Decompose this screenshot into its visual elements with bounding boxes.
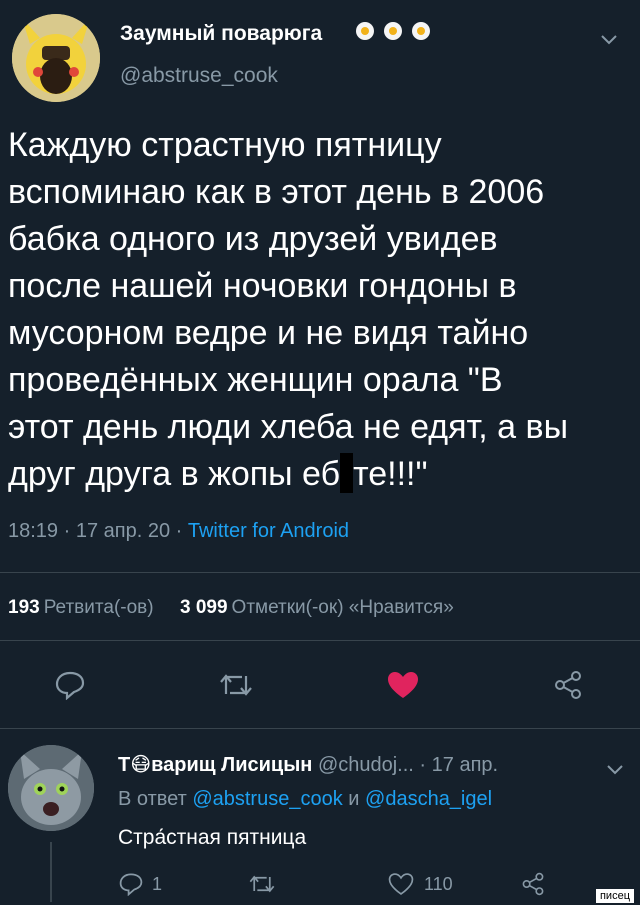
mention-link[interactable]: @dascha_igel xyxy=(365,788,492,810)
censor-bar xyxy=(340,453,354,493)
share-icon[interactable] xyxy=(520,872,546,901)
divider xyxy=(0,640,640,641)
reply-text: Стра́стная пятница xyxy=(118,826,307,849)
tweet-text: Каждую страстную пятницу вспоминаю как в… xyxy=(8,122,628,498)
reply-icon[interactable] xyxy=(54,670,86,705)
fried-egg-icon xyxy=(356,22,374,40)
tweet-text-part-2: те!!!" xyxy=(353,455,428,493)
likes-stat[interactable]: 3 099 Отметки(-ок) «Нравится» xyxy=(180,597,454,618)
retweet-icon[interactable] xyxy=(218,670,254,705)
retweets-stat[interactable]: 193 Ретвита(-ов) xyxy=(8,597,154,618)
tweet-meta: 18:19 · 17 апр. 20 · Twitter for Android xyxy=(8,520,349,543)
reply-date: · 17 апр. xyxy=(419,754,499,776)
fried-egg-icon xyxy=(412,22,430,40)
share-icon[interactable] xyxy=(552,670,584,705)
mention-link[interactable]: @abstruse_cook xyxy=(192,788,342,810)
reply-count: 1 xyxy=(152,873,163,894)
divider xyxy=(0,728,640,729)
tweet-text-part-1: Каждую страстную пятницу вспоминаю как в… xyxy=(8,126,569,493)
chevron-down-icon[interactable] xyxy=(606,756,624,782)
tweet-source-link[interactable]: Twitter for Android xyxy=(188,520,349,542)
name-emojis xyxy=(356,22,430,40)
author-avatar[interactable] xyxy=(12,14,100,102)
reply-author-avatar[interactable] xyxy=(8,745,94,831)
like-heart-icon[interactable] xyxy=(386,670,420,705)
divider xyxy=(0,572,640,573)
thread-line xyxy=(50,842,52,902)
retweet-icon[interactable] xyxy=(248,872,276,901)
reply-display-name[interactable]: Т😷варищ Лисицын xyxy=(118,754,312,776)
reply-icon xyxy=(119,873,143,896)
fried-egg-icon xyxy=(384,22,402,40)
reply-comment-button[interactable]: 1 xyxy=(118,872,162,896)
heart-icon xyxy=(388,873,414,895)
chevron-down-icon[interactable] xyxy=(600,26,618,52)
reply-like-button[interactable]: 110 xyxy=(388,872,453,896)
reply-handle[interactable]: @chudoj... xyxy=(318,754,414,776)
reply-header: Т😷варищ Лисицын @chudoj... · 17 апр. xyxy=(118,752,498,777)
watermark: писец xyxy=(595,889,634,903)
in-reply-to: В ответ @abstruse_cook и @dascha_igel xyxy=(118,788,493,810)
tweet-timestamp: 18:19 · 17 апр. 20 · xyxy=(8,520,188,542)
author-handle[interactable]: @abstruse_cook xyxy=(120,64,278,88)
author-display-name[interactable]: Заумный поварюга xyxy=(120,22,322,46)
tweet-stats: 193 Ретвита(-ов) 3 099 Отметки(-ок) «Нрави… xyxy=(8,597,454,619)
like-count: 110 xyxy=(424,873,453,894)
